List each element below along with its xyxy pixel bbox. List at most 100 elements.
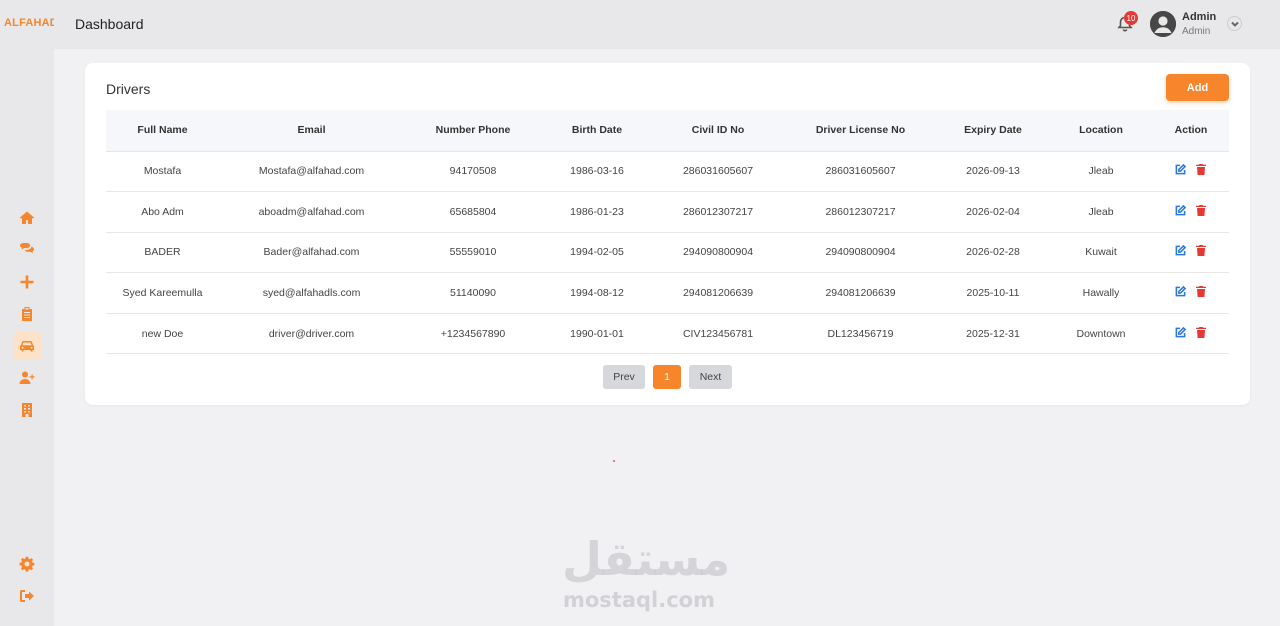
cell-phone: 51140090 <box>450 287 496 300</box>
sidebar: ALFAHAD <box>0 0 58 626</box>
avatar[interactable] <box>1150 11 1176 37</box>
cell-expiry: 2026-02-28 <box>966 246 1020 259</box>
cell-birth-date: 1986-01-23 <box>570 205 624 218</box>
table-row: Syed Kareemulla syed@alfahadls.com 51140… <box>106 273 1229 314</box>
cell-full-name: BADER <box>144 246 181 259</box>
sidebar-item-chat[interactable] <box>13 236 41 264</box>
car-icon <box>20 341 34 352</box>
cell-expiry: 2025-10-11 <box>966 287 1020 300</box>
cell-expiry: 2026-02-04 <box>966 205 1020 218</box>
column-header-full-name: Full Name <box>137 124 188 137</box>
sidebar-item-buildings[interactable] <box>13 396 41 424</box>
cell-location: Kuwait <box>1085 246 1117 259</box>
next-page-button[interactable]: Next <box>689 365 732 389</box>
column-header-civil-id: Civil ID No <box>691 124 745 137</box>
cell-license: 286012307217 <box>825 205 896 218</box>
cell-email: Bader@alfahad.com <box>263 246 360 259</box>
table-header-row: Full Name Email Number Phone Birth Date … <box>106 110 1229 151</box>
cell-full-name: new Doe <box>141 327 184 340</box>
column-header-location: Location <box>1079 124 1123 137</box>
cell-email: aboadm@alfahad.com <box>258 205 365 218</box>
brand-logo[interactable]: ALFAHAD <box>4 17 58 29</box>
sidebar-item-add[interactable] <box>13 268 41 296</box>
cell-full-name: Syed Kareemulla <box>122 287 203 300</box>
add-driver-button[interactable]: Add <box>1166 74 1229 101</box>
trash-icon[interactable] <box>1195 286 1206 300</box>
cell-actions <box>1153 232 1229 273</box>
topbar: Dashboard 10 Admin Admin <box>54 0 1280 49</box>
edit-icon[interactable] <box>1175 285 1186 300</box>
edit-icon[interactable] <box>1175 204 1186 219</box>
drivers-table: Full Name Email Number Phone Birth Date … <box>106 110 1229 354</box>
pagination: Prev 1 Next <box>603 365 732 389</box>
sidebar-item-logout[interactable] <box>13 582 41 610</box>
table-row: BADER Bader@alfahad.com 55559010 1994-02… <box>106 232 1229 273</box>
cell-email: syed@alfahadls.com <box>262 287 361 300</box>
cell-license: 294090800904 <box>825 246 896 259</box>
gear-icon <box>19 556 35 572</box>
plus-icon <box>20 275 34 289</box>
chat-icon <box>20 243 34 254</box>
sign-out-icon <box>20 590 34 602</box>
cell-birth-date: 1986-03-16 <box>570 165 624 178</box>
sidebar-item-settings[interactable] <box>13 550 41 578</box>
user-avatar-icon <box>1150 11 1176 37</box>
cell-expiry: 2026-09-13 <box>966 165 1020 178</box>
clipboard-icon <box>22 307 32 321</box>
edit-icon[interactable] <box>1175 245 1186 259</box>
watermark-latin: mostaql.com <box>563 588 715 612</box>
table-row: new Doe driver@driver.com +1234567890 19… <box>106 313 1229 354</box>
cell-phone: 55559010 <box>449 246 497 259</box>
cell-phone: 94170508 <box>449 165 497 178</box>
home-icon <box>19 211 35 224</box>
trash-icon[interactable] <box>1195 326 1206 341</box>
page-1-button[interactable]: 1 <box>653 365 681 389</box>
user-role: Admin <box>1182 26 1211 37</box>
watermark-arabic: مستقل <box>562 532 731 586</box>
cell-actions <box>1153 313 1229 354</box>
column-header-birth-date: Birth Date <box>571 124 623 137</box>
edit-icon[interactable] <box>1175 164 1186 178</box>
cell-birth-date: 1994-02-05 <box>570 246 624 259</box>
trash-icon[interactable] <box>1195 164 1206 178</box>
table-row: Mostafa Mostafa@alfahad.com 94170508 198… <box>106 151 1229 192</box>
column-header-expiry-date: Expiry Date <box>964 124 1022 137</box>
cell-birth-date: 1990-01-01 <box>570 327 624 340</box>
cell-location: Jleab <box>1088 205 1114 218</box>
cell-license: 294081206639 <box>825 287 896 300</box>
prev-page-button[interactable]: Prev <box>603 365 645 389</box>
edit-icon[interactable] <box>1175 326 1186 341</box>
cell-location: Jleab <box>1088 165 1114 178</box>
cell-civil-id: 286012307217 <box>682 205 754 218</box>
user-menu-toggle[interactable] <box>1227 16 1242 31</box>
building-icon <box>22 403 32 417</box>
cell-full-name: Abo Adm <box>141 205 184 218</box>
chevron-down-icon <box>1230 21 1239 27</box>
cell-full-name: Mostafa <box>143 165 182 178</box>
drivers-card: Drivers Add Full Name Email Number Phone… <box>85 63 1250 405</box>
cell-birth-date: 1994-08-12 <box>570 287 624 300</box>
user-name: Admin <box>1182 11 1217 23</box>
column-header-email: Email <box>297 124 326 137</box>
user-plus-icon <box>19 371 35 384</box>
cell-location: Hawally <box>1082 287 1120 300</box>
sidebar-item-add-user[interactable] <box>13 364 41 392</box>
cell-license: 286031605607 <box>825 165 896 178</box>
cell-actions <box>1153 192 1229 233</box>
sidebar-item-reports[interactable] <box>13 300 41 328</box>
page-title: Dashboard <box>75 16 144 32</box>
cell-email: Mostafa@alfahad.com <box>258 165 365 178</box>
table-row: Abo Adm aboadm@alfahad.com 65685804 1986… <box>106 192 1229 233</box>
column-header-action: Action <box>1174 124 1208 137</box>
sidebar-item-drivers[interactable] <box>13 332 41 360</box>
trash-icon[interactable] <box>1195 204 1206 219</box>
trash-icon[interactable] <box>1195 245 1206 259</box>
cell-license: DL123456719 <box>827 327 894 340</box>
cell-actions <box>1153 151 1229 192</box>
card-title: Drivers <box>106 81 151 97</box>
sidebar-item-home[interactable] <box>13 204 41 232</box>
cell-civil-id: 294081206639 <box>682 287 754 300</box>
cell-location: Downtown <box>1076 327 1126 340</box>
cell-expiry: 2025-12-31 <box>966 327 1020 340</box>
cell-phone: +1234567890 <box>440 327 506 340</box>
